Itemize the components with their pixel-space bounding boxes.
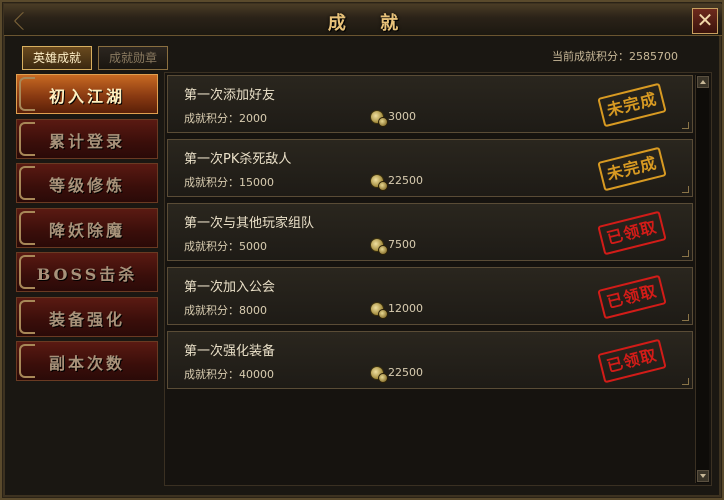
achievement-points: 成就积分：8000 [184, 304, 267, 317]
category-item[interactable]: BOSS击杀 [16, 252, 158, 292]
achievement-window: 成 就 ✕ 英雄成就 成就勋章 当前成就积分：2585700 初入江湖 累计登录… [0, 0, 724, 500]
category-label: BOSS击杀 [36, 265, 138, 284]
status-stamp: 已领取 [597, 274, 667, 320]
category-item[interactable]: 装备强化 [16, 296, 158, 337]
window-title: 成 就 [327, 13, 413, 34]
coin-icon [370, 110, 388, 127]
category-item[interactable]: 累计登录 [16, 118, 158, 159]
category-label: 副本次数 [48, 354, 125, 373]
achievement-points: 成就积分：40000 [184, 368, 274, 381]
scroll-down-button[interactable] [697, 470, 709, 482]
achievement-row: 第一次加入公会 成就积分：8000 12000 已领取 [167, 267, 693, 325]
category-item[interactable]: 初入江湖 [16, 74, 158, 114]
arrow-up-icon [700, 80, 706, 84]
current-score: 当前成就积分：2585700 [552, 50, 678, 63]
achievement-row: 第一次强化装备 成就积分：40000 22500 已领取 [167, 331, 693, 389]
tab-bar: 英雄成就 成就勋章 [22, 46, 168, 70]
achievement-title: 第一次PK杀死敌人 [184, 152, 292, 167]
close-button[interactable]: ✕ [692, 8, 718, 34]
achievement-title: 第一次强化装备 [184, 344, 276, 359]
achievement-row: 第一次PK杀死敌人 成就积分：15000 22500 未完成 [167, 139, 693, 197]
coin-icon [370, 174, 388, 191]
scrollbar[interactable] [695, 75, 709, 483]
coin-icon [370, 238, 388, 255]
coin-icon [370, 366, 388, 383]
achievement-reward: 22500 [388, 174, 423, 187]
status-stamp: 已领取 [597, 338, 667, 384]
category-item[interactable]: 等级修炼 [16, 163, 158, 203]
category-list: 初入江湖 累计登录 等级修炼 降妖除魔 BOSS击杀 装备强化 副本次数 [16, 74, 160, 386]
achievement-reward: 22500 [388, 366, 423, 379]
achievement-list[interactable]: 第一次添加好友 成就积分：2000 3000 未完成 第一次PK杀死敌人 成就积… [164, 72, 712, 486]
category-item[interactable]: 降妖除魔 [16, 207, 158, 248]
category-label: 等级修炼 [48, 176, 125, 195]
category-label: 降妖除魔 [48, 220, 125, 240]
scroll-up-button[interactable] [697, 76, 709, 88]
achievement-row: 第一次添加好友 成就积分：2000 3000 未完成 [167, 75, 693, 133]
achievement-title: 第一次添加好友 [184, 88, 276, 103]
achievement-title: 第一次与其他玩家组队 [184, 216, 315, 231]
achievement-title: 第一次加入公会 [184, 280, 276, 295]
arrow-down-icon [700, 474, 706, 478]
achievement-reward: 7500 [388, 238, 416, 251]
achievement-points: 成就积分：2000 [184, 112, 267, 125]
achievement-points: 成就积分：5000 [184, 240, 267, 253]
tab-hero-achievements[interactable]: 英雄成就 [22, 46, 92, 70]
category-label: 装备强化 [48, 309, 125, 329]
category-label: 累计登录 [48, 131, 125, 151]
tab-achievement-medals[interactable]: 成就勋章 [98, 46, 168, 70]
close-icon: ✕ [696, 8, 714, 32]
achievement-reward: 3000 [388, 110, 416, 123]
status-stamp: 未完成 [597, 82, 667, 128]
title-bar[interactable]: 成 就 ✕ [4, 4, 722, 36]
status-stamp: 已领取 [597, 210, 667, 256]
achievement-points: 成就积分：15000 [184, 176, 274, 189]
status-stamp: 未完成 [597, 146, 667, 192]
coin-icon [370, 302, 388, 319]
achievement-row: 第一次与其他玩家组队 成就积分：5000 7500 已领取 [167, 203, 693, 261]
category-label: 初入江湖 [48, 87, 125, 106]
achievement-reward: 12000 [388, 302, 423, 315]
category-item[interactable]: 副本次数 [16, 341, 158, 381]
